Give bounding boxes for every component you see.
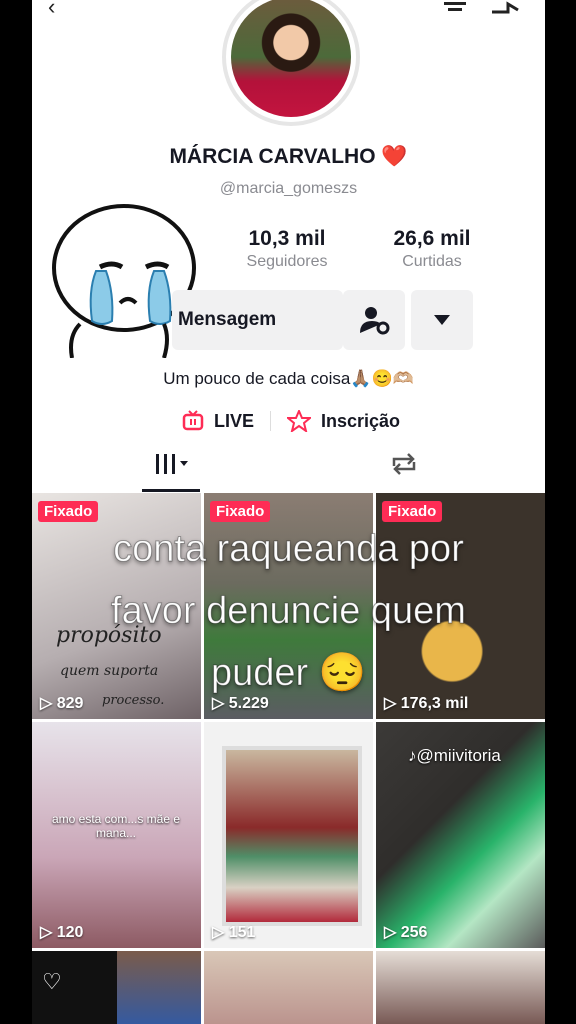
view-count-value: 151: [228, 924, 256, 941]
profile-name: MÁRCIA CARVALHO ❤️: [32, 145, 545, 169]
profile-avatar[interactable]: [222, 0, 360, 126]
profile-links: LIVE Inscrição: [182, 410, 400, 432]
add-person-settings-icon: [360, 307, 390, 335]
framed-photo: [222, 746, 362, 926]
content-tabs: [32, 448, 545, 492]
more-options-dropdown[interactable]: [411, 290, 473, 350]
view-count: ▷ 151: [212, 924, 256, 941]
profile-screen: ‹ MÁRCIA CARVALHO ❤️ @marcia_gomeszs 10,…: [32, 0, 545, 1024]
live-tv-icon: [182, 410, 204, 431]
view-count-value: 256: [400, 924, 428, 941]
view-count: ▷ 120: [40, 924, 84, 941]
view-count: ▷ 256: [384, 924, 428, 941]
profile-name-text: MÁRCIA CARVALHO: [169, 145, 376, 168]
heart-emoji: ❤️: [381, 145, 408, 168]
subscription-link[interactable]: Inscrição: [321, 411, 400, 432]
thumbnail-caption: amo esta com...s mãe e mana...: [51, 812, 181, 840]
tab-videos-grid-icon[interactable]: [154, 452, 194, 478]
video-thumbnail[interactable]: ♪@miivitoria ▷ 256: [376, 722, 545, 948]
likes-label: Curtidas: [402, 253, 462, 270]
watermark-handle: @miivitoria: [416, 746, 501, 765]
followers-count: 10,3 mil: [248, 227, 326, 250]
tab-reposts-icon[interactable]: [388, 450, 420, 478]
avatar-photo: [231, 0, 351, 117]
video-thumbnail[interactable]: ♡: [32, 951, 201, 1024]
profile-bio: Um pouco de cada coisa🙏🏽😊🫶🏼: [163, 369, 414, 388]
overlay-line: favor denuncie quem: [111, 590, 467, 633]
active-tab-indicator: [142, 489, 200, 492]
caret-down-icon: [434, 315, 450, 325]
subscription-star-icon: [287, 410, 312, 432]
watermark: ♪@miivitoria: [408, 746, 501, 765]
photo-fragment: [117, 951, 201, 1024]
video-thumbnail[interactable]: ▷ 151: [204, 722, 373, 948]
stat-followers[interactable]: 10,3 mil Seguidores: [237, 227, 337, 271]
view-count-value: 120: [56, 924, 84, 941]
video-thumbnail[interactable]: amo esta com...s mãe e mana... ▷ 120: [32, 722, 201, 948]
message-button[interactable]: Mensagem: [172, 290, 343, 350]
followers-label: Seguidores: [246, 253, 328, 270]
message-button-label: Mensagem: [178, 309, 277, 330]
profile-handle: @marcia_gomeszs: [219, 180, 358, 197]
likes-count: 26,6 mil: [393, 227, 471, 250]
back-icon[interactable]: ‹: [48, 0, 55, 20]
heart-outline-icon: ♡: [42, 969, 62, 994]
overlay-line: puder 😔: [210, 652, 367, 695]
overlay-caption: conta raqueanda por favor denuncie quem …: [32, 518, 545, 704]
overlay-line: conta raqueanda por: [113, 528, 465, 571]
video-thumbnail[interactable]: [376, 951, 545, 1024]
follow-suggestions-button[interactable]: [343, 290, 405, 350]
stat-likes[interactable]: 26,6 mil Curtidas: [377, 227, 487, 271]
live-link[interactable]: LIVE: [214, 411, 254, 432]
divider: [270, 411, 272, 431]
notification-icon[interactable]: [442, 0, 468, 20]
share-icon[interactable]: [490, 0, 520, 20]
video-thumbnail[interactable]: [204, 951, 373, 1024]
